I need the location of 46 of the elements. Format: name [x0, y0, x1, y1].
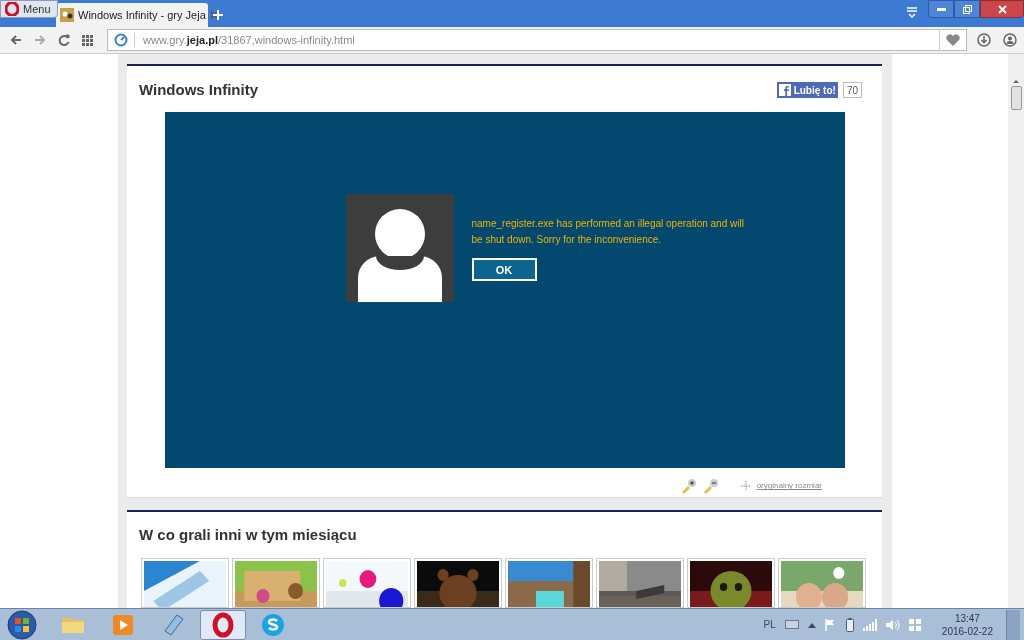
show-hidden-icon[interactable] [807, 621, 816, 628]
tab-title: Windows Infinity - gry Jeja [78, 7, 206, 23]
zoom-in-icon[interactable] [680, 478, 697, 495]
scroll-thumb[interactable] [1010, 86, 1022, 110]
download-icon[interactable] [977, 33, 991, 47]
url-text: www.gry.jeja.pl/31867,windows-infinity.html [143, 32, 355, 48]
close-icon[interactable] [209, 11, 218, 19]
scroll-up-icon[interactable] [1012, 78, 1020, 84]
like-button[interactable]: Lubię to! [776, 82, 838, 99]
user-avatar-icon [345, 194, 454, 303]
security-icon [114, 33, 128, 47]
ok-button[interactable]: OK [471, 258, 537, 282]
heart-icon[interactable] [946, 34, 960, 46]
scrollbar[interactable] [1008, 54, 1024, 608]
clock-date: 2016-02-22 [941, 624, 993, 638]
facebook-icon [778, 84, 791, 97]
game-icon [60, 8, 74, 22]
taskbar-button[interactable] [200, 609, 246, 640]
back-icon[interactable] [10, 34, 22, 46]
like-count: 70 [842, 82, 862, 99]
restore-button[interactable] [954, 0, 980, 18]
battery-icon[interactable] [845, 617, 854, 632]
original-size-link[interactable]: oryginalny rozmiar [756, 480, 822, 493]
speed-dial-icon[interactable] [82, 34, 93, 46]
address-field[interactable]: www.gry.jeja.pl/31867,windows-infinity.html [107, 29, 967, 51]
keyboard-icon[interactable] [784, 620, 799, 629]
minimize-icon [936, 7, 946, 11]
zoom-out-icon[interactable] [702, 478, 719, 495]
error-message: name_register.exe has performed an illegal operation and will be shut down. Sorry for the inconvenience. [471, 217, 745, 248]
close-button[interactable] [980, 0, 1024, 18]
minimize-button[interactable] [928, 0, 954, 18]
clock[interactable]: 13:47 2016-02-22 [941, 611, 993, 638]
new-tab-icon[interactable] [212, 9, 224, 21]
page-title: Windows Infinity [139, 79, 259, 100]
tab-menu-icon[interactable] [906, 6, 918, 18]
account-icon[interactable] [1003, 33, 1017, 47]
section-title: W co grali inni w tym miesiącu [139, 524, 358, 545]
opera-logo-icon [5, 2, 19, 16]
close-icon [997, 4, 1007, 14]
restore-icon [962, 4, 972, 14]
clock-time: 13:47 [954, 611, 980, 625]
language-indicator[interactable]: PL [763, 617, 776, 632]
reload-icon[interactable] [58, 34, 70, 46]
menu-button[interactable]: Menu [0, 0, 58, 18]
forward-icon[interactable] [34, 34, 46, 46]
show-desktop-button[interactable] [1006, 609, 1020, 640]
